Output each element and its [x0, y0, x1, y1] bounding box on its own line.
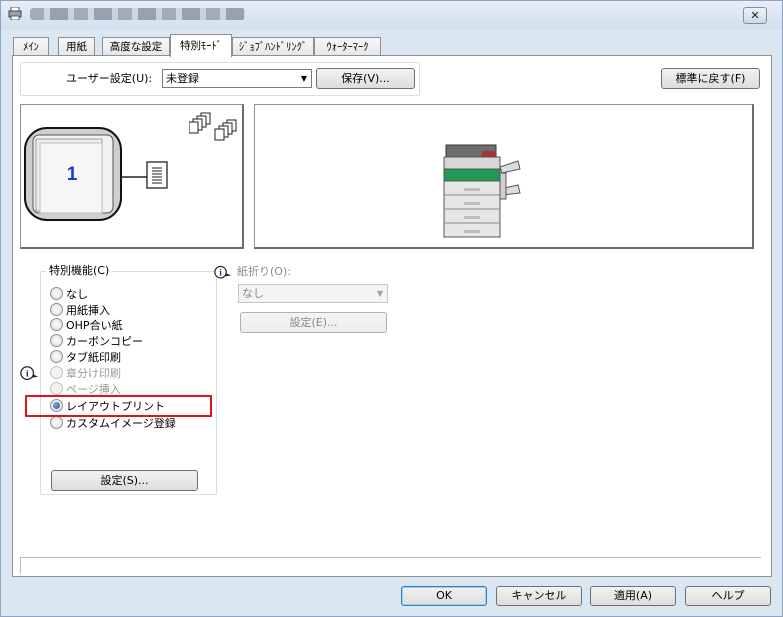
radio-button-icon: [50, 382, 63, 395]
ok-button[interactable]: OK: [401, 586, 487, 606]
user-settings-label: ユーザー設定(U):: [66, 72, 153, 85]
cancel-button[interactable]: キャンセル: [496, 586, 582, 606]
radio-button-icon[interactable]: [50, 416, 63, 429]
radio-ohp-interleave[interactable]: OHP合い紙: [50, 318, 123, 333]
close-button[interactable]: ✕: [743, 7, 767, 24]
printer-device-image: [440, 141, 524, 241]
radio-carbon-copy[interactable]: カーボンコピー: [50, 334, 143, 349]
radio-none[interactable]: なし: [50, 287, 88, 302]
radio-button-icon[interactable]: [50, 287, 63, 300]
status-area: [20, 557, 761, 574]
apply-button[interactable]: 適用(A): [590, 586, 676, 606]
radio-custom-image[interactable]: カスタムイメージ登録: [50, 416, 176, 431]
tab-watermark[interactable]: ｳｫｰﾀｰﾏｰｸ: [314, 37, 381, 56]
help-button[interactable]: ヘルプ: [685, 586, 771, 606]
radio-tab-print[interactable]: タブ紙印刷: [50, 350, 121, 365]
fold-value: なし: [242, 287, 264, 300]
tab-paper[interactable]: 用紙: [58, 37, 95, 56]
radio-label: なし: [66, 288, 88, 301]
dropdown-arrow-icon: ▼: [300, 74, 307, 83]
special-feature-legend: 特別機能(C): [46, 263, 113, 278]
selection-highlight-box: [25, 395, 212, 417]
fold-label: 紙折り(O):: [237, 265, 291, 278]
tab-advanced[interactable]: 高度な設定: [102, 37, 170, 56]
dropdown-arrow-icon: ▼: [376, 289, 383, 298]
fold-dropdown: なし ▼: [238, 284, 388, 303]
stacked-pages-icon: [188, 112, 239, 142]
radio-label: OHP合い紙: [66, 319, 123, 332]
radio-button-icon[interactable]: [50, 334, 63, 347]
output-document-icon: [121, 157, 173, 193]
tab-main[interactable]: ﾒｲﾝ: [13, 37, 49, 56]
svg-text:i: i: [26, 369, 29, 380]
tab-job-handling[interactable]: ｼﾞｮﾌﾞﾊﾝﾄﾞﾘﾝｸﾞ: [232, 37, 314, 56]
radio-button-icon[interactable]: [50, 350, 63, 363]
radio-label: タブ紙印刷: [66, 351, 121, 364]
user-settings-value: 未登録: [166, 72, 199, 85]
radio-label: カーボンコピー: [66, 335, 143, 348]
radio-label: 用紙挿入: [66, 304, 110, 317]
page-number: 1: [66, 164, 78, 185]
printer-icon: [8, 6, 22, 21]
info-icon[interactable]: i: [214, 264, 232, 285]
radio-chapter-print: 章分け印刷: [50, 366, 121, 381]
reset-defaults-button[interactable]: 標準に戻す(F): [661, 68, 760, 89]
radio-paper-insert[interactable]: 用紙挿入: [50, 303, 110, 318]
radio-label: 章分け印刷: [66, 367, 121, 380]
fold-settings-button: 設定(E)...: [240, 312, 387, 333]
info-icon[interactable]: i: [20, 365, 38, 386]
feature-settings-button[interactable]: 設定(S)...: [51, 470, 198, 491]
radio-label: カスタムイメージ登録: [66, 417, 176, 430]
radio-button-icon[interactable]: [50, 318, 63, 331]
radio-button-icon: [50, 366, 63, 379]
tab-special-mode[interactable]: 特別ﾓｰﾄﾞ: [170, 34, 232, 57]
radio-button-icon[interactable]: [50, 303, 63, 316]
save-button[interactable]: 保存(V)...: [316, 68, 415, 89]
user-settings-dropdown[interactable]: 未登録 ▼: [162, 69, 312, 88]
window-title-redacted: [30, 8, 245, 20]
